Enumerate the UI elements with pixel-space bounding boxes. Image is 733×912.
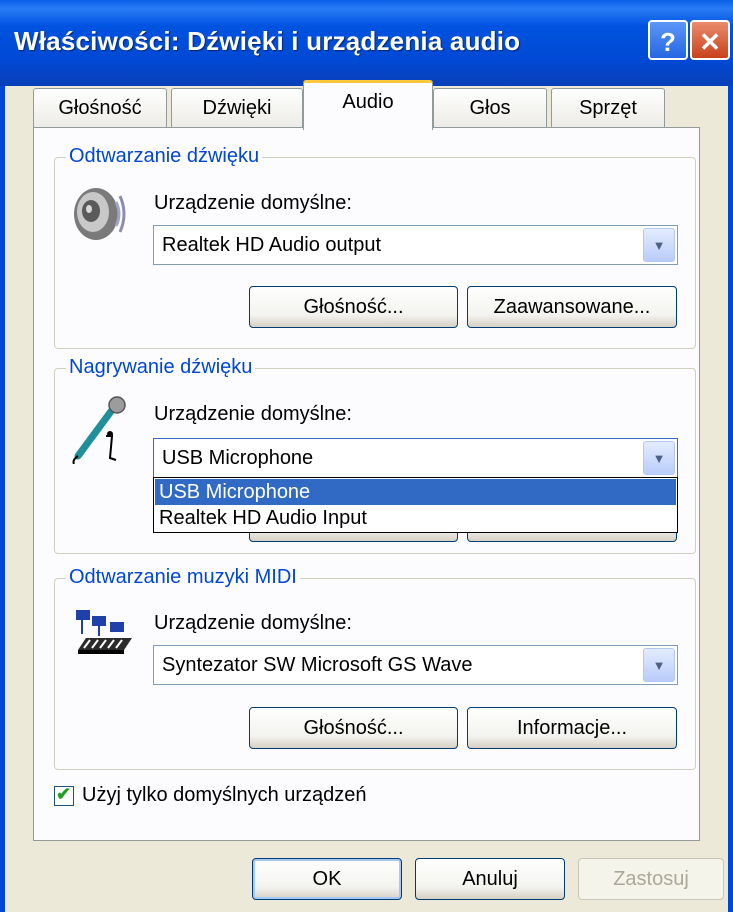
default-devices-checkbox[interactable]: ✔ [54,784,74,806]
chevron-down-icon[interactable]: ▼ [643,441,675,475]
midi-default-label: Urządzenie domyślne: [154,612,352,634]
recording-device-select[interactable]: USB Microphone ▼ [153,438,678,478]
close-button[interactable]: ✕ [690,20,730,60]
window-border-left [0,86,5,912]
apply-button[interactable]: Zastosuj [578,858,724,900]
playback-group-title: Odtwarzanie dźwięku [66,145,263,168]
microphone-icon [72,396,126,464]
chevron-down-icon[interactable]: ▼ [643,228,675,262]
playback-volume-button[interactable]: Głośność... [249,286,458,328]
recording-device-value: USB Microphone [162,447,314,469]
help-icon: ? [660,27,676,57]
playback-device-value: Realtek HD Audio output [162,234,382,256]
tab-sounds[interactable]: Dźwięki [171,88,303,128]
midi-device-value: Syntezator SW Microsoft GS Wave [162,654,473,676]
playback-advanced-button[interactable]: Zaawansowane... [467,286,677,328]
playback-default-label: Urządzenie domyślne: [154,192,352,214]
help-button[interactable]: ? [648,20,688,60]
dropdown-option-usb-microphone[interactable]: USB Microphone [155,479,676,505]
ok-button[interactable]: OK [252,858,402,900]
chevron-down-icon[interactable]: ▼ [643,648,675,682]
recording-device-dropdown[interactable]: USB Microphone Realtek HD Audio Input [153,477,678,533]
tab-volume[interactable]: Głośność [33,88,167,128]
default-devices-label[interactable]: Użyj tylko domyślnych urządzeń [82,784,367,807]
midi-volume-button[interactable]: Głośność... [249,707,458,749]
midi-keyboard-icon [76,610,132,654]
speaker-icon [74,188,126,240]
checkmark-icon: ✔ [56,784,72,804]
cancel-button[interactable]: Anuluj [415,858,565,900]
playback-device-select[interactable]: Realtek HD Audio output ▼ [153,225,678,265]
recording-default-label: Urządzenie domyślne: [154,403,352,425]
midi-info-button[interactable]: Informacje... [467,707,677,749]
recording-group-title: Nagrywanie dźwięku [66,356,256,379]
close-icon: ✕ [699,27,721,57]
tab-voice[interactable]: Głos [433,88,547,128]
window-title: Właściwości: Dźwięki i urządzenia audio [14,26,521,56]
dropdown-option-realtek-input[interactable]: Realtek HD Audio Input [155,505,676,531]
midi-group-title: Odtwarzanie muzyki MIDI [66,566,300,589]
tab-audio[interactable]: Audio [303,80,433,130]
tab-hardware[interactable]: Sprzęt [551,88,665,128]
midi-device-select[interactable]: Syntezator SW Microsoft GS Wave ▼ [153,645,678,685]
window-border-right [728,86,733,912]
title-bar[interactable]: Właściwości: Dźwięki i urządzenia audio … [0,0,733,86]
